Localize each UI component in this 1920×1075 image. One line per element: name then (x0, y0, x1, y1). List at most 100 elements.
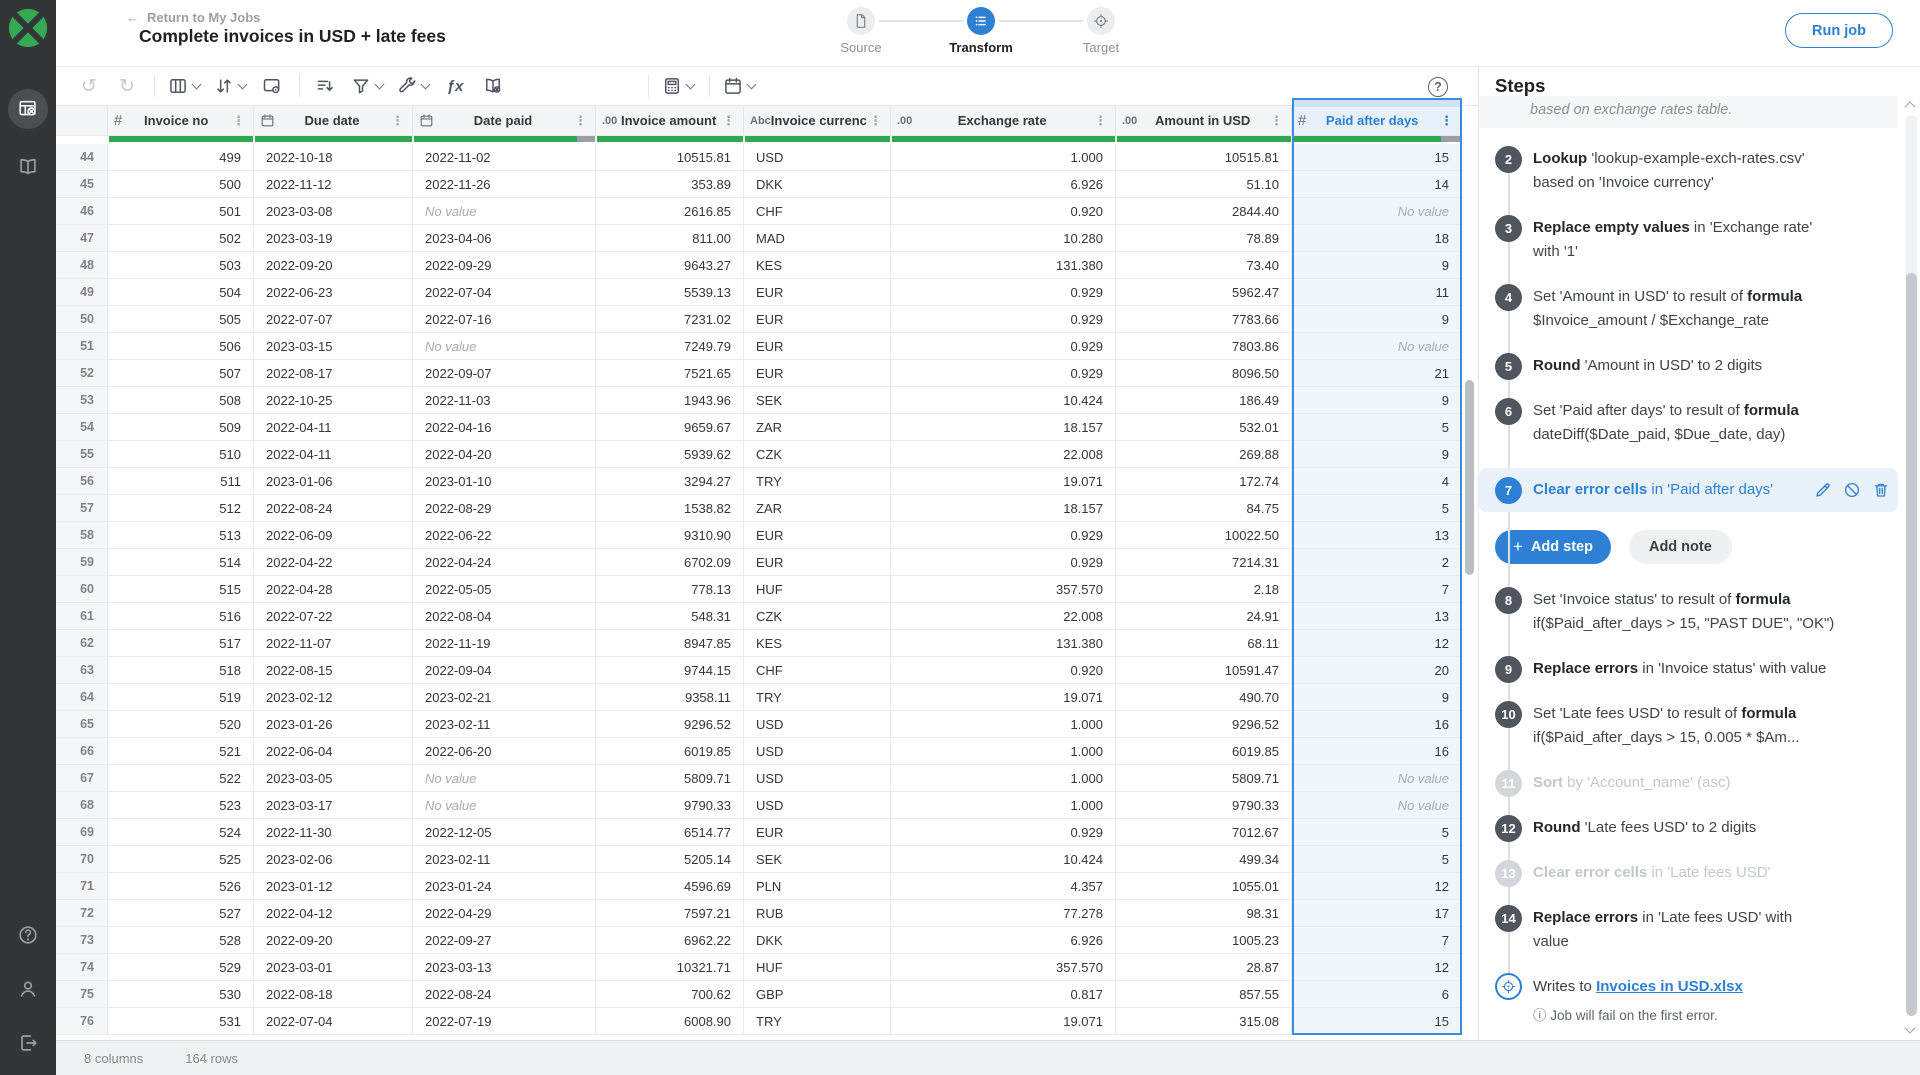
cell-due-date[interactable]: 2022-11-12 (254, 171, 413, 198)
cell-amount-in-usd[interactable]: 9790.33 (1116, 792, 1292, 819)
cell-invoice-currency[interactable]: CHF (744, 198, 891, 225)
cell-invoice-no[interactable]: 505 (108, 306, 254, 333)
cell-due-date[interactable]: 2022-04-22 (254, 549, 413, 576)
cell-invoice-currency[interactable]: USD (744, 738, 891, 765)
cell-invoice-no[interactable]: 506 (108, 333, 254, 360)
cell-date-paid[interactable]: No value (413, 765, 596, 792)
cell-amount-in-usd[interactable]: 10022.50 (1116, 522, 1292, 549)
cell-amount-in-usd[interactable]: 7012.67 (1116, 819, 1292, 846)
cell-invoice-amount[interactable]: 5939.62 (596, 441, 744, 468)
cell-date-paid[interactable]: 2022-08-04 (413, 603, 596, 630)
cell-paid-after-days[interactable]: 9 (1292, 387, 1462, 414)
step-14[interactable]: 14Replace errors in 'Late fees USD' with… (1479, 906, 1898, 954)
row-number-cell[interactable]: 47 (56, 225, 108, 252)
cell-due-date[interactable]: 2022-08-18 (254, 981, 413, 1008)
cell-date-paid[interactable]: 2022-11-26 (413, 171, 596, 198)
cell-paid-after-days[interactable]: 15 (1292, 1008, 1462, 1035)
cell-due-date[interactable]: 2023-02-06 (254, 846, 413, 873)
row-number-cell[interactable]: 67 (56, 765, 108, 792)
cell-amount-in-usd[interactable]: 2844.40 (1116, 198, 1292, 225)
cell-invoice-amount[interactable]: 6962.22 (596, 927, 744, 954)
cell-amount-in-usd[interactable]: 5809.71 (1116, 765, 1292, 792)
sidebar-item-sign-out[interactable] (8, 1023, 48, 1063)
cell-amount-in-usd[interactable]: 172.74 (1116, 468, 1292, 495)
cell-date-paid[interactable]: 2022-11-03 (413, 387, 596, 414)
cell-invoice-amount[interactable]: 1538.82 (596, 495, 744, 522)
row-number-cell[interactable]: 44 (56, 144, 108, 171)
column-menu-icon[interactable]: ⋮ (867, 113, 884, 129)
cell-invoice-no[interactable]: 513 (108, 522, 254, 549)
cell-amount-in-usd[interactable]: 5962.47 (1116, 279, 1292, 306)
cell-exchange-rate[interactable]: 357.570 (891, 954, 1116, 981)
step-2[interactable]: 2Lookup 'lookup-example-exch-rates.csv'b… (1479, 147, 1898, 195)
cell-amount-in-usd[interactable]: 28.87 (1116, 954, 1292, 981)
toolbar-columns-button[interactable] (165, 70, 203, 102)
cell-due-date[interactable]: 2023-02-12 (254, 684, 413, 711)
cell-due-date[interactable]: 2022-11-30 (254, 819, 413, 846)
cell-due-date[interactable]: 2022-04-28 (254, 576, 413, 603)
cell-due-date[interactable]: 2022-10-25 (254, 387, 413, 414)
cell-due-date[interactable]: 2022-08-17 (254, 360, 413, 387)
row-number-header[interactable] (56, 106, 108, 136)
cell-invoice-currency[interactable]: EUR (744, 279, 891, 306)
cell-invoice-currency[interactable]: CHF (744, 657, 891, 684)
cell-exchange-rate[interactable]: 0.929 (891, 360, 1116, 387)
cell-exchange-rate[interactable]: 0.929 (891, 549, 1116, 576)
cell-invoice-no[interactable]: 503 (108, 252, 254, 279)
cell-paid-after-days[interactable]: 2 (1292, 549, 1462, 576)
step-13[interactable]: 13Clear error cells in 'Late fees USD' (1479, 861, 1898, 885)
cell-invoice-currency[interactable]: ZAR (744, 495, 891, 522)
cell-due-date[interactable]: 2023-03-05 (254, 765, 413, 792)
cell-invoice-amount[interactable]: 9659.67 (596, 414, 744, 441)
column-menu-icon[interactable]: ⋮ (1268, 113, 1285, 129)
cell-invoice-amount[interactable]: 9310.90 (596, 522, 744, 549)
cell-paid-after-days[interactable]: 20 (1292, 657, 1462, 684)
step-11[interactable]: 11Sort by 'Account_name' (asc) (1479, 771, 1898, 795)
stepper-node-transform[interactable]: Transform (921, 5, 1041, 55)
toolbar-sort-lines-button[interactable] (310, 70, 340, 102)
cell-date-paid[interactable]: 2022-09-04 (413, 657, 596, 684)
cell-exchange-rate[interactable]: 10.424 (891, 387, 1116, 414)
column-header-amount-in-usd[interactable]: .00Amount in USD⋮ (1116, 106, 1292, 136)
cell-invoice-amount[interactable]: 9744.15 (596, 657, 744, 684)
cell-due-date[interactable]: 2022-07-04 (254, 1008, 413, 1035)
column-header-paid-after-days[interactable]: #Paid after days⋮ (1292, 106, 1462, 136)
cell-exchange-rate[interactable]: 19.071 (891, 468, 1116, 495)
cell-date-paid[interactable]: 2022-09-29 (413, 252, 596, 279)
column-menu-icon[interactable]: ⋮ (1438, 113, 1455, 129)
column-menu-icon[interactable]: ⋮ (230, 113, 247, 129)
cell-amount-in-usd[interactable]: 857.55 (1116, 981, 1292, 1008)
cell-invoice-currency[interactable]: PLN (744, 873, 891, 900)
cell-due-date[interactable]: 2022-08-24 (254, 495, 413, 522)
row-number-cell[interactable]: 53 (56, 387, 108, 414)
cell-exchange-rate[interactable]: 0.929 (891, 333, 1116, 360)
cell-date-paid[interactable]: 2023-01-10 (413, 468, 596, 495)
cell-amount-in-usd[interactable]: 51.10 (1116, 171, 1292, 198)
cell-invoice-currency[interactable]: MAD (744, 225, 891, 252)
cell-exchange-rate[interactable]: 19.071 (891, 1008, 1116, 1035)
step-10[interactable]: 10Set 'Late fees USD' to result of formu… (1479, 702, 1898, 750)
cell-date-paid[interactable]: 2022-08-24 (413, 981, 596, 1008)
cell-invoice-no[interactable]: 508 (108, 387, 254, 414)
row-number-cell[interactable]: 58 (56, 522, 108, 549)
cell-due-date[interactable]: 2022-08-15 (254, 657, 413, 684)
note-card-clipped[interactable]: based on exchange rates table. (1479, 96, 1898, 128)
cell-exchange-rate[interactable]: 10.424 (891, 846, 1116, 873)
cell-due-date[interactable]: 2022-04-11 (254, 414, 413, 441)
cell-date-paid[interactable]: 2023-04-06 (413, 225, 596, 252)
cell-due-date[interactable]: 2022-07-22 (254, 603, 413, 630)
cell-date-paid[interactable]: 2022-04-16 (413, 414, 596, 441)
cell-invoice-amount[interactable]: 1943.96 (596, 387, 744, 414)
row-number-cell[interactable]: 52 (56, 360, 108, 387)
edit-step-icon[interactable] (1814, 481, 1832, 499)
cell-amount-in-usd[interactable]: 9296.52 (1116, 711, 1292, 738)
cell-date-paid[interactable]: No value (413, 792, 596, 819)
cell-invoice-currency[interactable]: DKK (744, 171, 891, 198)
cell-invoice-currency[interactable]: HUF (744, 954, 891, 981)
cell-invoice-currency[interactable]: EUR (744, 819, 891, 846)
cell-paid-after-days[interactable]: 9 (1292, 252, 1462, 279)
cell-paid-after-days[interactable]: 12 (1292, 954, 1462, 981)
toolbar-undo-button[interactable]: ↺ (74, 70, 104, 102)
cell-amount-in-usd[interactable]: 7783.66 (1116, 306, 1292, 333)
panel-scroll-up-icon[interactable] (1904, 101, 1915, 112)
